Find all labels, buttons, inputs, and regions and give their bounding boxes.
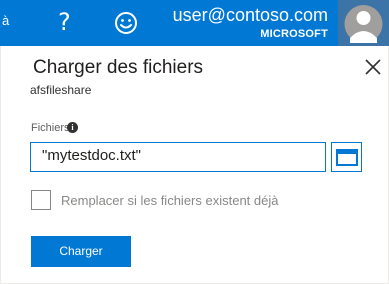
overwrite-checkbox[interactable] — [31, 190, 51, 210]
smile-icon[interactable] — [112, 9, 140, 37]
folder-icon — [336, 149, 358, 166]
panel-border-left — [0, 46, 1, 284]
avatar[interactable] — [338, 0, 389, 46]
browse-button[interactable] — [331, 142, 362, 172]
topbar-partial-text: à — [2, 13, 10, 28]
upload-button[interactable]: Charger — [31, 236, 131, 267]
overwrite-label: Remplacer si les fichiers existent déjà — [61, 193, 279, 208]
file-input[interactable]: "mytestdoc.txt" — [30, 142, 326, 172]
panel-title: Charger des fichiers — [33, 57, 204, 78]
files-label: Fichiers — [31, 122, 70, 134]
close-icon[interactable] — [364, 58, 382, 76]
user-avatar-icon — [344, 5, 383, 43]
user-email[interactable]: user@contoso.com — [173, 5, 328, 26]
info-icon[interactable]: i — [67, 122, 78, 133]
user-org[interactable]: MICROSOFT — [260, 28, 328, 40]
top-bar: à ? user@contoso.com MICROSOFT — [0, 0, 389, 46]
upload-panel: Charger des fichiers afsfileshare Fichie… — [0, 46, 389, 284]
help-icon[interactable]: ? — [58, 8, 71, 36]
panel-subtitle: afsfileshare — [30, 83, 92, 97]
